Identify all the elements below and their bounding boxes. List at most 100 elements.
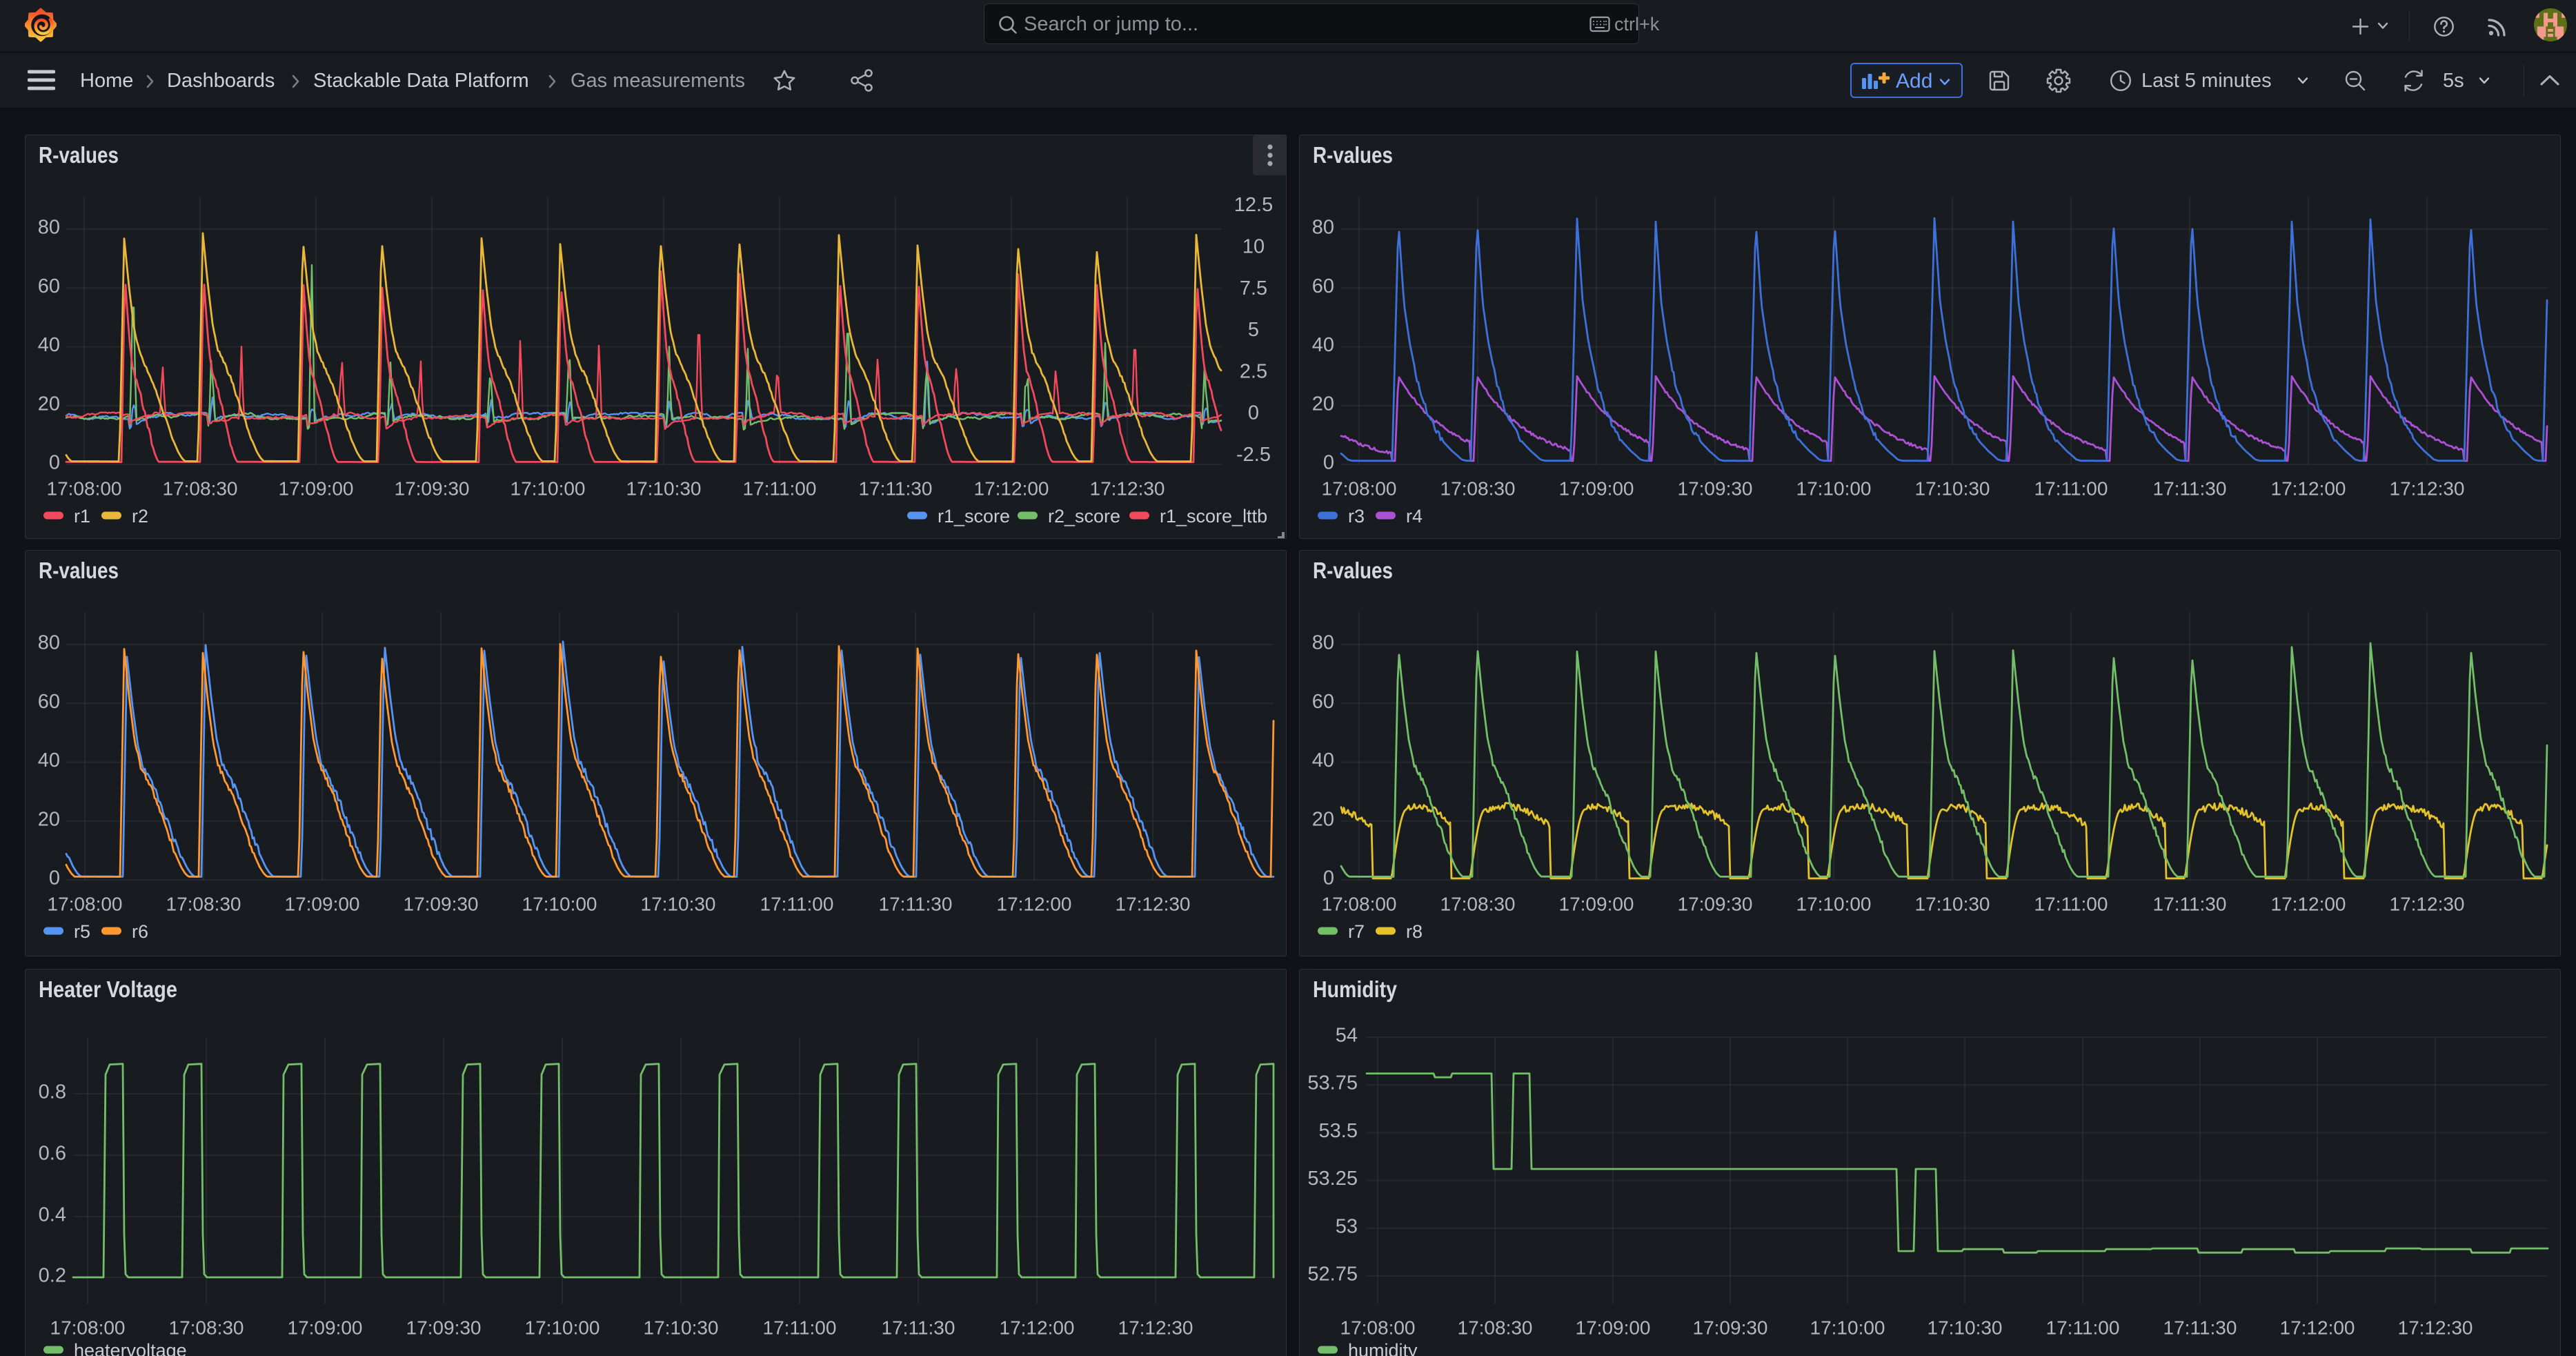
svg-text:17:12:30: 17:12:30	[1118, 1317, 1193, 1339]
svg-text:17:09:30: 17:09:30	[406, 1317, 482, 1339]
svg-text:0.2: 0.2	[39, 1265, 66, 1287]
svg-text:0: 0	[49, 867, 60, 890]
svg-text:17:11:00: 17:11:00	[2034, 894, 2108, 915]
svg-text:5: 5	[1248, 319, 1259, 341]
svg-text:r1_score_lttb: r1_score_lttb	[1160, 506, 1267, 527]
svg-text:17:10:30: 17:10:30	[626, 478, 702, 500]
svg-text:53.25: 53.25	[1307, 1168, 1358, 1190]
svg-text:80: 80	[38, 217, 60, 239]
svg-text:0: 0	[49, 452, 60, 474]
svg-text:40: 40	[1312, 334, 1334, 356]
svg-text:17:12:30: 17:12:30	[1116, 894, 1191, 915]
svg-text:10: 10	[1242, 236, 1265, 258]
svg-text:r7: r7	[1348, 921, 1365, 942]
svg-text:0.4: 0.4	[39, 1204, 66, 1226]
svg-text:17:08:30: 17:08:30	[1440, 478, 1516, 500]
svg-text:Humidity: Humidity	[1313, 976, 1398, 1002]
svg-text:17:11:00: 17:11:00	[2034, 478, 2108, 500]
svg-text:40: 40	[1312, 749, 1334, 772]
svg-text:17:08:30: 17:08:30	[1458, 1317, 1533, 1339]
svg-text:humidity: humidity	[1348, 1340, 1418, 1356]
svg-text:r2: r2	[132, 506, 148, 527]
svg-text:40: 40	[38, 334, 60, 356]
svg-text:17:09:00: 17:09:00	[1559, 894, 1634, 915]
svg-text:17:09:30: 17:09:30	[1678, 894, 1753, 915]
svg-text:17:10:00: 17:10:00	[525, 1317, 600, 1339]
svg-text:17:09:30: 17:09:30	[404, 894, 479, 915]
svg-text:60: 60	[38, 691, 60, 713]
svg-text:17:10:30: 17:10:30	[644, 1317, 719, 1339]
svg-text:60: 60	[1312, 275, 1334, 297]
svg-text:Heater Voltage: Heater Voltage	[39, 976, 177, 1002]
svg-text:17:11:30: 17:11:30	[2163, 1317, 2237, 1339]
svg-text:17:12:30: 17:12:30	[2398, 1317, 2473, 1339]
svg-text:17:10:00: 17:10:00	[522, 894, 597, 915]
svg-text:20: 20	[38, 808, 60, 830]
svg-text:17:12:00: 17:12:00	[2280, 1317, 2355, 1339]
svg-text:r6: r6	[132, 921, 148, 942]
svg-text:R-values: R-values	[39, 558, 119, 583]
svg-text:17:12:00: 17:12:00	[974, 478, 1049, 500]
svg-text:17:11:30: 17:11:30	[879, 894, 953, 915]
svg-text:0: 0	[1323, 867, 1334, 890]
svg-text:r2_score: r2_score	[1048, 506, 1120, 527]
svg-text:17:08:30: 17:08:30	[166, 894, 241, 915]
svg-text:17:08:30: 17:08:30	[169, 1317, 244, 1339]
svg-text:r4: r4	[1406, 506, 1423, 527]
svg-text:60: 60	[1312, 691, 1334, 713]
svg-text:12.5: 12.5	[1234, 194, 1273, 216]
svg-text:0: 0	[1248, 402, 1259, 424]
svg-text:80: 80	[1312, 217, 1334, 239]
svg-text:17:12:30: 17:12:30	[2390, 894, 2465, 915]
svg-text:17:09:30: 17:09:30	[1678, 478, 1753, 500]
svg-text:17:12:00: 17:12:00	[1000, 1317, 1075, 1339]
svg-text:17:09:00: 17:09:00	[279, 478, 354, 500]
svg-text:17:10:00: 17:10:00	[1810, 1317, 1885, 1339]
svg-text:17:11:00: 17:11:00	[760, 894, 834, 915]
svg-text:0.8: 0.8	[39, 1081, 66, 1103]
svg-text:53: 53	[1336, 1215, 1358, 1237]
svg-text:17:10:00: 17:10:00	[511, 478, 586, 500]
svg-text:r5: r5	[74, 921, 90, 942]
svg-text:40: 40	[38, 749, 60, 772]
svg-text:20: 20	[1312, 393, 1334, 415]
svg-text:R-values: R-values	[1313, 558, 1393, 583]
svg-text:17:10:30: 17:10:30	[641, 894, 716, 915]
svg-text:r1: r1	[74, 506, 90, 527]
svg-text:53.5: 53.5	[1319, 1120, 1358, 1142]
svg-text:0.6: 0.6	[39, 1143, 66, 1165]
svg-text:17:12:00: 17:12:00	[2271, 478, 2346, 500]
svg-text:17:08:30: 17:08:30	[163, 478, 238, 500]
svg-text:-2.5: -2.5	[1236, 444, 1271, 466]
svg-text:17:11:00: 17:11:00	[763, 1317, 837, 1339]
svg-text:20: 20	[1312, 808, 1334, 830]
svg-text:heatervoltage: heatervoltage	[74, 1340, 187, 1356]
svg-text:17:09:30: 17:09:30	[1693, 1317, 1768, 1339]
svg-text:0: 0	[1323, 452, 1334, 474]
svg-text:17:12:00: 17:12:00	[2271, 894, 2346, 915]
svg-text:60: 60	[38, 275, 60, 297]
svg-text:17:11:30: 17:11:30	[2153, 894, 2227, 915]
svg-text:r1_score: r1_score	[938, 506, 1010, 527]
svg-text:53.75: 53.75	[1307, 1072, 1358, 1094]
svg-text:17:08:00: 17:08:00	[1322, 894, 1397, 915]
svg-text:17:08:00: 17:08:00	[1340, 1317, 1416, 1339]
svg-text:17:11:30: 17:11:30	[882, 1317, 955, 1339]
svg-text:R-values: R-values	[39, 142, 119, 168]
svg-text:17:12:30: 17:12:30	[1090, 478, 1165, 500]
svg-text:80: 80	[38, 632, 60, 654]
svg-text:7.5: 7.5	[1240, 277, 1267, 299]
svg-text:R-values: R-values	[1313, 142, 1393, 168]
svg-text:17:09:00: 17:09:00	[285, 894, 360, 915]
svg-text:17:09:00: 17:09:00	[288, 1317, 363, 1339]
svg-text:80: 80	[1312, 632, 1334, 654]
svg-text:17:11:00: 17:11:00	[743, 478, 817, 500]
svg-text:17:08:00: 17:08:00	[47, 478, 122, 500]
svg-text:r3: r3	[1348, 506, 1365, 527]
svg-text:17:08:00: 17:08:00	[1322, 478, 1397, 500]
svg-text:17:12:30: 17:12:30	[2390, 478, 2465, 500]
svg-text:17:08:30: 17:08:30	[1440, 894, 1516, 915]
svg-text:2.5: 2.5	[1240, 360, 1267, 382]
svg-text:17:08:00: 17:08:00	[48, 894, 123, 915]
svg-text:17:08:00: 17:08:00	[50, 1317, 126, 1339]
